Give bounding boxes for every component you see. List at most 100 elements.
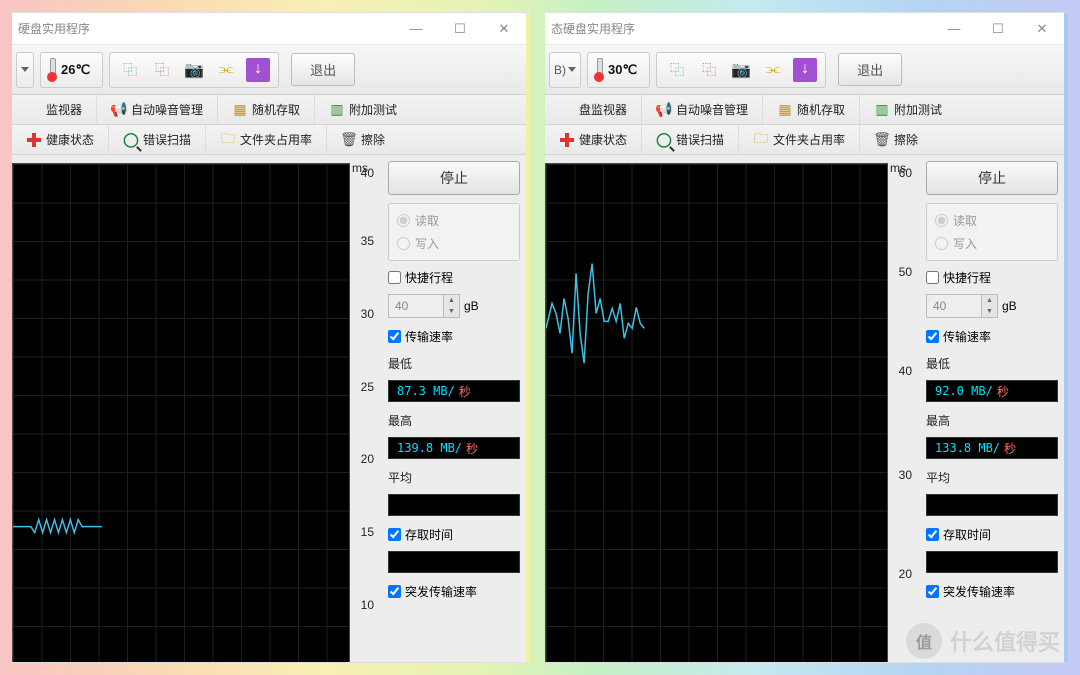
trash-icon: 🗑 <box>874 132 890 148</box>
folder-icon: 🗀 <box>220 132 236 148</box>
download-icon[interactable] <box>244 56 272 84</box>
tab-monitor[interactable]: 盘监视器 <box>545 95 642 124</box>
chart <box>545 163 888 663</box>
tick: 35 <box>361 234 374 248</box>
temperature-value: 26℃ <box>61 62 96 78</box>
copy-icon[interactable]: ⿻ <box>116 56 144 84</box>
exit-button[interactable]: 退出 <box>291 53 355 86</box>
stop-button[interactable]: 停止 <box>388 161 520 195</box>
access-time-checkbox[interactable]: 存取时间 <box>388 526 520 543</box>
tab-label: 随机存取 <box>797 101 845 118</box>
tick: 40 <box>899 364 912 378</box>
tick: 30 <box>899 468 912 482</box>
link-icon[interactable]: ⫘ <box>212 56 240 84</box>
tab-row-upper: 盘监视器 📢 自动噪音管理 ▦ 随机存取 ▥ 附加测试 <box>545 95 1064 125</box>
drive-dropdown[interactable] <box>16 52 34 88</box>
read-radio[interactable]: 读取 <box>397 212 511 229</box>
main-area: ms 60 50 40 30 20 10 停止 读取 写入 快捷行程 40 ▲▼ <box>545 155 1064 663</box>
write-radio[interactable]: 写入 <box>397 235 511 252</box>
toolbar: B) 30℃ ⿻ ⿻ 📷 ⫘ 退出 <box>545 45 1064 95</box>
side-panel: 停止 读取 写入 快捷行程 40 ▲▼ gB 传输速率 最低 92.0 MB/秒… <box>920 155 1064 663</box>
write-radio[interactable]: 写入 <box>935 235 1049 252</box>
read-radio[interactable]: 读取 <box>935 212 1049 229</box>
close-button[interactable]: ✕ <box>1020 15 1064 43</box>
tab-label: 盘监视器 <box>579 101 627 118</box>
right-window: 态硬盘实用程序 — ☐ ✕ B) 30℃ ⿻ ⿻ 📷 ⫘ 退出 盘监视器 <box>545 12 1068 663</box>
link-icon[interactable]: ⫘ <box>759 56 787 84</box>
max-value: 133.8 MB/秒 <box>926 437 1058 459</box>
tab-folder[interactable]: 🗀 文件夹占用率 <box>206 125 327 154</box>
icon-group: ⿻ ⿻ 📷 ⫘ <box>109 52 279 88</box>
copy-icon[interactable]: ⿻ <box>663 56 691 84</box>
y-axis: ms 40 35 30 25 20 15 10 5 <box>350 163 382 663</box>
tick: 20 <box>899 567 912 581</box>
stop-button[interactable]: 停止 <box>926 161 1058 195</box>
min-value: 87.3 MB/秒 <box>388 380 520 402</box>
watermark: 值 什么值得买 <box>906 623 1060 659</box>
close-button[interactable]: ✕ <box>482 15 526 43</box>
tab-noise[interactable]: 📢 自动噪音管理 <box>97 95 218 124</box>
access-time-checkbox[interactable]: 存取时间 <box>926 526 1058 543</box>
camera-icon[interactable]: 📷 <box>180 56 208 84</box>
transfer-rate-checkbox[interactable]: 传输速率 <box>388 328 520 345</box>
burst-rate-checkbox[interactable]: 突发传输速率 <box>388 583 520 600</box>
tab-random[interactable]: ▦ 随机存取 <box>763 95 860 124</box>
window-title: 硬盘实用程序 <box>18 20 90 37</box>
chip-icon: ▦ <box>232 102 248 118</box>
tab-health[interactable]: 健康状态 <box>12 125 109 154</box>
copy-both-icon[interactable]: ⿻ <box>695 56 723 84</box>
copy-both-icon[interactable]: ⿻ <box>148 56 176 84</box>
tab-errorscan[interactable]: ◯ 错误扫描 <box>109 125 206 154</box>
tick: 50 <box>899 265 912 279</box>
short-stroke-checkbox[interactable]: 快捷行程 <box>388 269 520 286</box>
tab-label: 错误扫描 <box>143 131 191 148</box>
icon-group: ⿻ ⿻ 📷 ⫘ <box>656 52 826 88</box>
tab-label: 错误扫描 <box>676 131 724 148</box>
tab-label: 文件夹占用率 <box>773 131 845 148</box>
chevron-down-icon <box>568 67 576 72</box>
tab-folder[interactable]: 🗀 文件夹占用率 <box>739 125 860 154</box>
tab-extra[interactable]: ▥ 附加测试 <box>860 95 956 124</box>
health-plus-icon <box>26 132 42 148</box>
minimize-button[interactable]: — <box>932 15 976 43</box>
download-icon[interactable] <box>791 56 819 84</box>
folder-icon: 🗀 <box>753 132 769 148</box>
chart-line <box>13 164 349 663</box>
tab-noise[interactable]: 📢 自动噪音管理 <box>642 95 763 124</box>
camera-icon[interactable]: 📷 <box>727 56 755 84</box>
maximize-button[interactable]: ☐ <box>438 15 482 43</box>
tab-errorscan[interactable]: ◯ 错误扫描 <box>642 125 739 154</box>
trash-icon: 🗑 <box>341 132 357 148</box>
tab-health[interactable]: 健康状态 <box>545 125 642 154</box>
maximize-button[interactable]: ☐ <box>976 15 1020 43</box>
chart-line <box>546 164 887 663</box>
spinner[interactable]: ▲▼ <box>981 295 997 317</box>
spinner[interactable]: ▲▼ <box>443 295 459 317</box>
short-stroke-input[interactable]: 40 ▲▼ <box>388 294 460 318</box>
tab-random[interactable]: ▦ 随机存取 <box>218 95 315 124</box>
short-stroke-checkbox[interactable]: 快捷行程 <box>926 269 1058 286</box>
tab-label: 附加测试 <box>894 101 942 118</box>
tab-monitor[interactable]: 监视器 <box>12 95 97 124</box>
tab-label: 健康状态 <box>579 131 627 148</box>
rw-radio-group: 读取 写入 <box>388 203 520 261</box>
minimize-button[interactable]: — <box>394 15 438 43</box>
burst-rate-checkbox[interactable]: 突发传输速率 <box>926 583 1058 600</box>
tab-clear[interactable]: 🗑 擦除 <box>860 125 932 154</box>
tick: 20 <box>361 452 374 466</box>
tick: 25 <box>361 380 374 394</box>
titlebar: 态硬盘实用程序 — ☐ ✕ <box>545 13 1064 45</box>
transfer-rate-checkbox[interactable]: 传输速率 <box>926 328 1058 345</box>
tab-extra[interactable]: ▥ 附加测试 <box>315 95 411 124</box>
tab-clear[interactable]: 🗑 擦除 <box>327 125 399 154</box>
avg-value <box>388 494 520 516</box>
temperature-display: 26℃ <box>40 52 103 88</box>
short-stroke-input[interactable]: 40 ▲▼ <box>926 294 998 318</box>
short-stroke-value-row: 40 ▲▼ gB <box>388 294 520 318</box>
access-time-value <box>388 551 520 573</box>
drive-dropdown[interactable]: B) <box>549 52 581 88</box>
exit-button[interactable]: 退出 <box>838 53 902 86</box>
gb-label: gB <box>464 299 479 313</box>
chevron-down-icon <box>21 67 29 72</box>
thermometer-icon <box>47 58 57 82</box>
